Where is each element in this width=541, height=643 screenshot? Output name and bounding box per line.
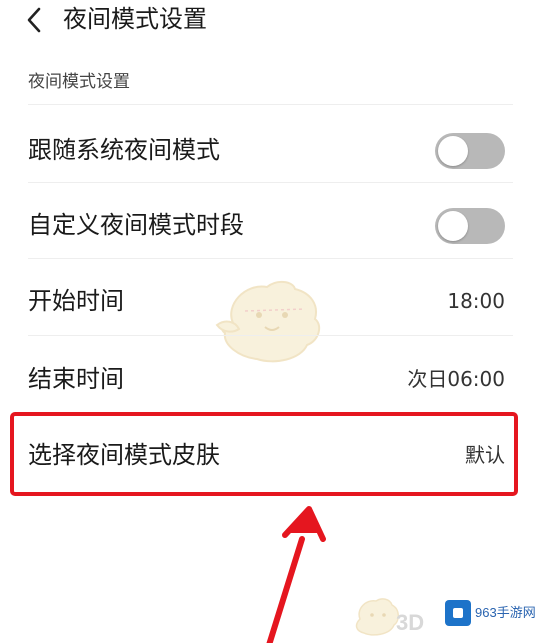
mascot-watermark-small xyxy=(355,598,399,636)
toggle-knob xyxy=(438,211,468,241)
custom-period-row[interactable]: 自定义夜间模式时段 xyxy=(0,195,541,255)
back-button[interactable] xyxy=(22,5,48,35)
night-mode-settings-screen: 夜间模式设置 夜间模式设置 跟随系统夜间模式 自定义夜间模式时段 开始时间 18… xyxy=(0,0,541,643)
watermark-site: 963手游网 xyxy=(475,605,536,620)
header-bar: 夜间模式设置 xyxy=(0,0,541,40)
page-title: 夜间模式设置 xyxy=(63,5,207,33)
arrow-annotation-icon xyxy=(266,506,326,643)
start-time-row[interactable]: 开始时间 18:00 xyxy=(0,271,541,331)
start-time-label: 开始时间 xyxy=(28,287,124,315)
custom-period-toggle[interactable] xyxy=(435,208,505,244)
divider xyxy=(28,335,513,336)
follow-system-toggle[interactable] xyxy=(435,133,505,169)
follow-system-row[interactable]: 跟随系统夜间模式 xyxy=(0,120,541,180)
watermark-3d: 3D xyxy=(396,610,425,635)
section-label: 夜间模式设置 xyxy=(28,72,130,92)
end-time-row[interactable]: 结束时间 次日06:00 xyxy=(0,349,541,409)
end-time-value: 次日06:00 xyxy=(407,367,505,391)
divider xyxy=(28,104,513,105)
night-skin-label: 选择夜间模式皮肤 xyxy=(28,441,220,469)
follow-system-label: 跟随系统夜间模式 xyxy=(28,136,220,164)
site-logo-icon xyxy=(445,600,471,626)
chevron-left-icon xyxy=(27,7,41,33)
divider xyxy=(28,258,513,259)
divider xyxy=(28,182,513,183)
night-skin-row[interactable]: 选择夜间模式皮肤 默认 xyxy=(0,425,541,485)
custom-period-label: 自定义夜间模式时段 xyxy=(28,211,244,239)
toggle-knob xyxy=(438,136,468,166)
end-time-label: 结束时间 xyxy=(28,365,124,393)
start-time-value: 18:00 xyxy=(447,289,505,313)
night-skin-value: 默认 xyxy=(465,443,505,467)
